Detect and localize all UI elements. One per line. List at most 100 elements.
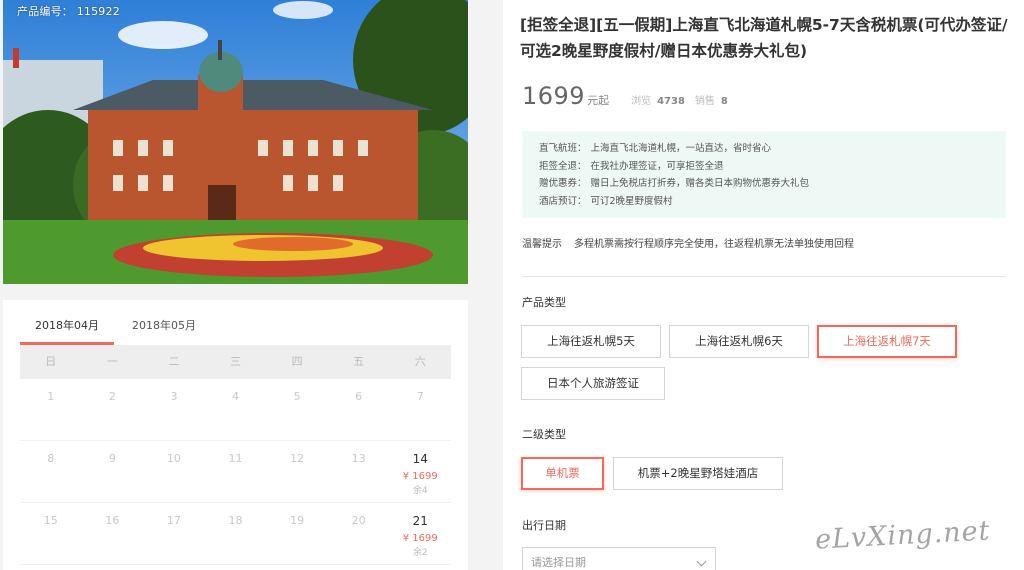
day-number: 9 xyxy=(108,452,116,465)
calendar-day: 6 xyxy=(328,379,390,440)
weekday-label: 三 xyxy=(230,355,242,368)
feature-text: 上海直飞北海道札幌，一站直达，省时省心 xyxy=(590,143,772,154)
weekday-label: 五 xyxy=(353,355,365,368)
calendar-day: 9 xyxy=(82,441,144,502)
day-price: ¥ 1699 xyxy=(402,471,438,482)
calendar-day: 19 xyxy=(266,503,328,564)
day-number: 8 xyxy=(47,452,55,465)
building-photo-image xyxy=(3,0,468,284)
views-count: 4738 xyxy=(657,96,685,107)
feature-highlights: 直飞航班： 上海直飞北海道札幌，一站直达，省时省心 拒签全退： 在我社办理签证，可享… xyxy=(522,131,1006,218)
calendar-day: 18 xyxy=(205,503,267,564)
chevron-down-icon xyxy=(696,556,707,567)
calendar-day: 13 xyxy=(328,441,390,502)
calendar-day: 10 xyxy=(143,441,205,502)
day-number: 13 xyxy=(351,452,366,465)
notice-key: 温馨提示 xyxy=(522,239,562,250)
product-type-label: 产品类型 xyxy=(522,296,566,309)
calendar-day[interactable]: 14 ¥ 1699 余4 xyxy=(389,441,451,502)
option-shanghai-sapporo-6-days[interactable]: 上海往返札幌6天 xyxy=(669,325,809,358)
views-label: 浏览 xyxy=(631,96,652,107)
weekday-label: 一 xyxy=(106,355,118,368)
feature-key: 拒签全退： xyxy=(539,160,587,172)
feature-item: 直飞航班： 上海直飞北海道札幌，一站直达，省时省心 xyxy=(539,140,1006,158)
day-number: 4 xyxy=(232,390,240,403)
tab-month-april[interactable]: 2018年04月 xyxy=(20,317,114,345)
calendar-grid: 日 一 二 三 四 五 六 1 2 3 4 5 6 7 8 9 10 11 12 13 14 ¥ 1699 余… xyxy=(20,345,451,565)
product-photo: 产品编号： 115922 xyxy=(3,0,468,284)
notice: 温馨提示 多程机票需按行程顺序完全使用，往返程机票无法单独使用回程 xyxy=(522,235,854,250)
departure-date-label: 出行日期 xyxy=(522,519,566,532)
option-flight-plus-hotel[interactable]: 机票+2晚星野塔娃酒店 xyxy=(613,457,783,490)
day-number: 17 xyxy=(166,514,181,527)
product-title: [拒签全退][五一假期]上海直飞北海道札幌5-7天含税机票(可代办签证/可选2晚… xyxy=(520,16,1008,60)
day-price: ¥ 1699 xyxy=(402,533,438,544)
day-number: 7 xyxy=(416,390,424,403)
feature-text: 在我社办理签证，可享拒签全退 xyxy=(590,160,724,172)
day-stock: 余4 xyxy=(412,486,428,496)
sales-label: 销售 xyxy=(694,96,715,107)
day-number: 11 xyxy=(228,452,243,465)
calendar-day: 2 xyxy=(82,379,144,440)
calendar-day: 16 xyxy=(82,503,144,564)
day-number: 14 xyxy=(412,452,428,466)
calendar-weeks: 1 2 3 4 5 6 7 8 9 10 11 12 13 14 ¥ 1699 余4 15 16 17 18 19 20 2… xyxy=(20,379,451,565)
day-number: 19 xyxy=(290,514,305,527)
option-japan-visa[interactable]: 日本个人旅游签证 xyxy=(521,367,665,400)
feature-text: 赠日上免税店打折券，赠各类日本购物优惠券大礼包 xyxy=(590,178,810,189)
tab-month-may[interactable]: 2018年05月 xyxy=(117,317,211,345)
calendar-day: 15 xyxy=(20,503,82,564)
day-number: 15 xyxy=(43,514,58,527)
sub-type-label: 二级类型 xyxy=(522,428,566,441)
feature-item: 拒签全退： 在我社办理签证，可享拒签全退 xyxy=(539,158,1006,176)
calendar-day[interactable]: 21 ¥ 1699 余2 xyxy=(389,503,451,564)
calendar-day: 20 xyxy=(328,503,390,564)
day-number: 21 xyxy=(412,514,428,528)
option-flight-only[interactable]: 单机票 xyxy=(521,457,604,490)
calendar-day: 8 xyxy=(20,441,82,502)
weekday-label: 六 xyxy=(414,355,426,368)
product-detail-panel: [拒签全退][五一假期]上海直飞北海道札幌5-7天含税机票(可代办签证/可选2晚… xyxy=(503,0,1024,570)
sales-count: 8 xyxy=(720,96,728,107)
calendar-day: 1 xyxy=(20,379,82,440)
calendar-day: 4 xyxy=(205,379,267,440)
feature-item: 赠优惠券： 赠日上免税店打折券，赠各类日本购物优惠券大礼包 xyxy=(539,175,1006,193)
weekday-label: 日 xyxy=(45,355,57,368)
option-shanghai-sapporo-5-days[interactable]: 上海往返札幌5天 xyxy=(521,325,661,358)
weekday-label: 四 xyxy=(291,355,303,368)
calendar-day: 3 xyxy=(143,379,205,440)
weekday-label: 二 xyxy=(168,355,180,368)
feature-key: 直飞航班： xyxy=(539,143,587,154)
feature-key: 赠优惠券： xyxy=(539,178,587,189)
weekday-header: 日 一 二 三 四 五 六 xyxy=(20,345,451,379)
calendar-day: 12 xyxy=(266,441,328,502)
price-value: 1699 xyxy=(522,82,586,110)
day-stock: 余2 xyxy=(412,548,428,558)
day-number: 16 xyxy=(105,514,120,527)
departure-date-select[interactable]: 请选择日期 xyxy=(522,547,716,570)
calendar-day: 17 xyxy=(143,503,205,564)
price-unit: 元起 xyxy=(587,94,610,107)
date-select-placeholder: 请选择日期 xyxy=(531,556,586,569)
day-number: 10 xyxy=(166,452,181,465)
calendar-day: 5 xyxy=(266,379,328,440)
calendar-day: 11 xyxy=(205,441,267,502)
option-shanghai-sapporo-7-days[interactable]: 上海往返札幌7天 xyxy=(817,325,957,358)
day-number: 3 xyxy=(170,390,178,403)
day-number: 1 xyxy=(47,390,55,403)
calendar-week-row: 8 9 10 11 12 13 14 ¥ 1699 余4 xyxy=(20,441,451,503)
notice-text: 多程机票需按行程顺序完全使用，往返程机票无法单独使用回程 xyxy=(574,239,854,250)
day-number: 5 xyxy=(293,390,301,403)
calendar-day: 7 xyxy=(389,379,451,440)
product-id-label: 产品编号： 115922 xyxy=(17,5,120,18)
calendar-week-row: 1 2 3 4 5 6 7 xyxy=(20,379,451,441)
divider xyxy=(522,276,1006,277)
day-number: 20 xyxy=(351,514,366,527)
price-row: 1699 元起 浏览 4738 销售 8 xyxy=(522,82,728,110)
day-number: 6 xyxy=(355,390,363,403)
calendar-week-row: 15 16 17 18 19 20 21 ¥ 1699 余2 xyxy=(20,503,451,565)
day-number: 12 xyxy=(290,452,305,465)
day-number: 18 xyxy=(228,514,243,527)
feature-text: 可订2晚星野度假村 xyxy=(590,195,673,207)
feature-key: 酒店预订： xyxy=(539,195,587,207)
